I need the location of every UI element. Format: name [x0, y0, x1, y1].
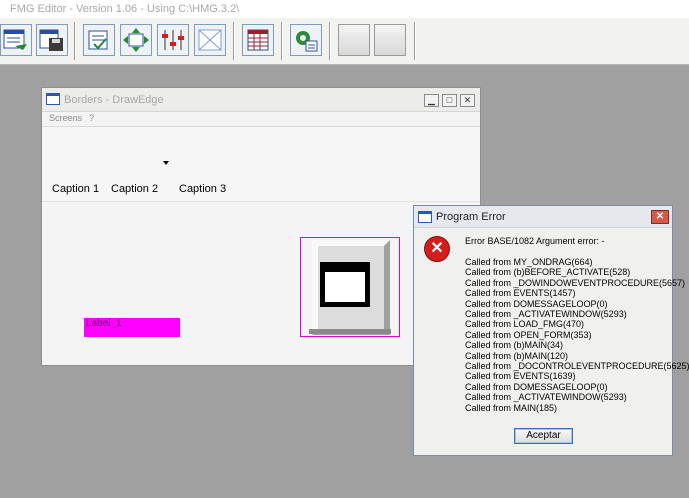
close-icon: ✕	[655, 211, 665, 222]
call-stack-line: Called from EVENTS(1639)	[465, 371, 576, 382]
caption-area: Caption 1 Caption 2 Caption 3	[42, 126, 480, 202]
clear-icon	[198, 29, 222, 51]
toolbar-separator	[233, 22, 235, 60]
edge-shadow	[309, 329, 391, 334]
window-icon	[418, 211, 432, 223]
call-stack-line: Called from _ACTIVATEWINDOW(5293)	[465, 309, 627, 320]
form-window-title: Borders - DrawEdge	[64, 94, 164, 106]
call-stack-line: Called from _DOCONTROLEVENTPROCEDURE(562…	[465, 361, 689, 372]
call-stack-line: Called from EVENTS(1457)	[465, 288, 576, 299]
save-icon	[39, 29, 63, 51]
caption-3[interactable]: Caption 3	[179, 183, 226, 195]
call-stack-line: Called from DOMESSAGELOOP(0)	[465, 381, 608, 392]
clear-button[interactable]	[194, 24, 226, 56]
align-icon	[162, 30, 184, 50]
dropdown-arrow-icon[interactable]	[163, 161, 169, 165]
toolbar-separator	[329, 22, 331, 60]
call-stack-line: Called from (b)MAIN(120)	[465, 350, 569, 361]
aceptar-button[interactable]: Aceptar	[514, 428, 573, 444]
toolbar-separator	[281, 22, 283, 60]
minimize-icon: ▁	[428, 95, 435, 105]
form-window-title-bar[interactable]: Borders - DrawEdge ▁ □ ✕	[42, 88, 480, 112]
maximize-button[interactable]: □	[442, 94, 457, 107]
call-stack-line: Called from OPEN_FORM(353)	[465, 329, 592, 340]
maximize-icon: □	[446, 95, 453, 105]
call-stack-line: Called from LOAD_FMG(470)	[465, 319, 585, 330]
minimize-button[interactable]: ▁	[424, 94, 439, 107]
menu-item-help[interactable]: ?	[89, 113, 94, 123]
call-stack-line: Called from MY_ONDRAG(664)	[465, 257, 593, 267]
open-form-icon	[3, 29, 27, 50]
error-dialog-title: Program Error	[436, 211, 506, 223]
toolbar-separator	[414, 22, 416, 60]
call-stack-line: Called from _ACTIVATEWINDOW(5293)	[465, 392, 627, 403]
save-form-button[interactable]	[36, 24, 68, 56]
menu-item-screens[interactable]: Screens	[49, 113, 82, 123]
blank-button-2[interactable]	[374, 24, 406, 56]
blank-button-1[interactable]	[338, 24, 370, 56]
call-stack-line: Called from _DOWINDOWEVENTPROCEDURE(5657…	[465, 277, 686, 288]
align-button[interactable]	[157, 24, 189, 56]
close-button[interactable]: ✕	[460, 94, 475, 107]
window-frame-icon	[320, 262, 370, 307]
move-icon	[123, 28, 149, 52]
call-stack-line: Called from (b)MAIN(34)	[465, 340, 564, 351]
grid-icon	[247, 29, 269, 51]
properties-button[interactable]	[83, 24, 115, 56]
window-icon	[46, 93, 60, 105]
editor-title: FMG Editor - Version 1.06 - Using C:\HMG…	[10, 3, 240, 15]
caption-1[interactable]: Caption 1	[52, 183, 99, 195]
drawedge-control[interactable]	[300, 237, 400, 337]
open-form-button[interactable]	[0, 24, 32, 56]
label-control[interactable]: Label_1	[84, 318, 180, 337]
settings-icon	[296, 31, 318, 52]
call-stack-line: Called from MAIN(185)	[465, 402, 558, 413]
main-toolbar	[0, 18, 689, 65]
error-dialog-title-bar[interactable]: Program Error ✕	[414, 206, 672, 228]
settings-button[interactable]	[290, 24, 322, 56]
toolbar-separator	[74, 22, 76, 60]
call-stack: Called from MY_ONDRAG(664) Called from (…	[465, 257, 689, 413]
error-dialog: Program Error ✕ ✕ Error BASE/1082 Argume…	[413, 205, 689, 456]
move-controls-button[interactable]	[120, 24, 152, 56]
call-stack-line: Called from DOMESSAGELOOP(0)	[465, 298, 608, 309]
grid-button[interactable]	[242, 24, 274, 56]
error-close-button[interactable]: ✕	[651, 210, 669, 224]
close-icon: ✕	[463, 95, 472, 105]
form-menu-bar: Screens ?	[42, 112, 480, 126]
caption-2[interactable]: Caption 2	[111, 183, 158, 195]
error-message: Error BASE/1082 Argument error: -	[465, 236, 605, 246]
call-stack-line: Called from (b)BEFORE_ACTIVATE(528)	[465, 267, 631, 278]
error-icon: ✕	[424, 236, 450, 262]
properties-icon	[88, 30, 108, 50]
editor-title-bar: FMG Editor - Version 1.06 - Using C:\HMG…	[0, 0, 689, 18]
